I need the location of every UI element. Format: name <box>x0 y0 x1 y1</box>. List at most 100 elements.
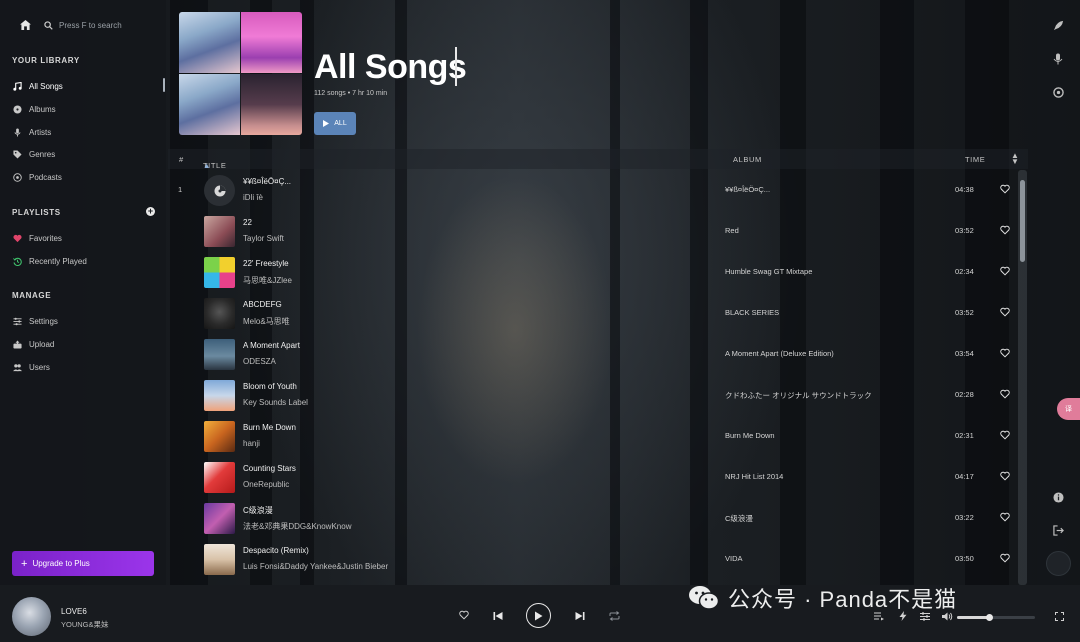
now-playing-artist[interactable]: YOUNG&果妹 <box>61 619 109 630</box>
right-rail <box>1037 0 1080 585</box>
favorite-heart-icon[interactable] <box>1000 471 1010 481</box>
sort-toggle-icon[interactable]: ▲ ▼ <box>1011 152 1020 166</box>
table-row[interactable]: 22' Freestyle 马思唯&JZlee Humble Swag GT M… <box>168 252 1018 293</box>
wechat-logo-icon <box>689 586 720 610</box>
table-row[interactable]: A Moment Apart ODESZA A Moment Apart (De… <box>168 334 1018 375</box>
song-list-scrollbar[interactable] <box>1018 170 1027 585</box>
song-artist[interactable]: Luis Fonsi&Daddy Yankee&Justin Bieber <box>243 562 388 571</box>
column-album[interactable]: ALBUM <box>733 155 762 164</box>
translate-button[interactable]: 译 <box>1057 398 1080 420</box>
column-number: # <box>179 155 184 164</box>
sidebar: YOUR LIBRARY All Songs Albums Artists Ge… <box>0 0 166 585</box>
sidebar-item-label: Genres <box>29 149 56 159</box>
karaoke-button[interactable] <box>1051 52 1065 66</box>
song-album[interactable]: BLACK SERIES <box>725 308 779 317</box>
table-header: # TITLE ▲ ALBUM TIME ▲ ▼ <box>168 149 1028 170</box>
song-album[interactable]: Humble Swag GT Mixtape <box>725 267 812 276</box>
song-artist[interactable]: Taylor Swift <box>243 234 284 243</box>
song-artist[interactable]: hanji <box>243 439 260 448</box>
column-time[interactable]: TIME <box>965 155 985 164</box>
table-row[interactable]: C级浪漫 法老&邓典果DDG&KnowKnow C级浪漫 03:22 <box>168 498 1018 539</box>
sidebar-item-albums[interactable]: Albums <box>13 101 56 117</box>
volume-knob[interactable] <box>986 614 994 621</box>
sidebar-item-podcasts[interactable]: Podcasts <box>13 169 62 185</box>
song-duration: 02:34 <box>955 267 974 276</box>
previous-button[interactable] <box>491 609 505 623</box>
sidebar-item-upload[interactable]: Upload <box>13 336 54 352</box>
favorite-heart-icon[interactable] <box>1000 430 1010 440</box>
plus-icon: + <box>21 557 28 570</box>
sidebar-item-users[interactable]: Users <box>13 359 50 375</box>
sidebar-item-all-songs[interactable]: All Songs <box>13 78 63 94</box>
sidebar-item-recently-played[interactable]: Recently Played <box>13 253 87 269</box>
translate-icon: 译 <box>1065 406 1072 413</box>
song-album[interactable]: NRJ Hit List 2014 <box>725 472 783 481</box>
now-playing-title[interactable]: LOVE6 <box>61 607 87 616</box>
search-input[interactable] <box>59 20 149 30</box>
song-album[interactable]: ¥¥ß¤ÎëÖ¤Ç... <box>725 185 770 194</box>
song-artist[interactable]: 法老&邓典果DDG&KnowKnow <box>243 521 351 532</box>
table-row[interactable]: 22 Taylor Swift Red 03:52 <box>168 211 1018 252</box>
song-duration: 02:28 <box>955 390 974 399</box>
favorite-heart-icon[interactable] <box>1000 553 1010 563</box>
table-row[interactable]: Despacito (Remix) Luis Fonsi&Daddy Yanke… <box>168 539 1018 580</box>
tag-icon <box>13 149 22 159</box>
song-artist[interactable]: ODESZA <box>243 357 276 366</box>
song-title: 22' Freestyle <box>243 259 289 268</box>
favorite-heart-icon[interactable] <box>1000 348 1010 358</box>
next-button[interactable] <box>573 609 587 623</box>
song-artist[interactable]: OneRepublic <box>243 480 289 489</box>
scrollbar-thumb[interactable] <box>1020 180 1025 262</box>
table-row[interactable]: Bloom of Youth Key Sounds Label クドわふたー オ… <box>168 375 1018 416</box>
search-bar[interactable] <box>44 14 160 36</box>
song-cover <box>204 216 235 247</box>
song-album[interactable]: C级浪漫 <box>725 513 753 524</box>
user-avatar[interactable] <box>1046 551 1071 576</box>
play-pause-button[interactable] <box>526 603 551 628</box>
song-artist[interactable]: 马思唯&JZlee <box>243 275 292 286</box>
song-album[interactable]: VIDA <box>725 554 743 563</box>
sidebar-item-genres[interactable]: Genres <box>13 146 55 162</box>
favorite-heart-icon[interactable] <box>1000 389 1010 399</box>
playlists-section-title: PLAYLISTS <box>12 208 61 217</box>
sidebar-item-artists[interactable]: Artists <box>13 124 51 140</box>
song-artist[interactable]: Melo&马思唯 <box>243 316 290 327</box>
now-playing-cover[interactable] <box>12 597 51 636</box>
plus-icon: + <box>147 206 154 216</box>
table-row[interactable]: Burn Me Down hanji Burn Me Down 02:31 <box>168 416 1018 457</box>
sidebar-item-favorites[interactable]: Favorites <box>13 230 62 246</box>
podcast-icon <box>13 172 22 182</box>
song-cover <box>204 462 235 493</box>
song-album[interactable]: クドわふたー オリジナル サウンドトラック <box>725 390 872 401</box>
upgrade-to-plus-button[interactable]: + Upgrade to Plus <box>12 551 154 576</box>
table-row[interactable]: 1 ¥¥ß¤ÎëÖ¤Ç... iDli îè ¥¥ß¤ÎëÖ¤Ç... 04:3… <box>168 170 1018 211</box>
volume-slider[interactable] <box>957 614 1035 621</box>
logout-icon <box>1052 524 1064 536</box>
song-album[interactable]: A Moment Apart (Deluxe Edition) <box>725 349 834 358</box>
table-row[interactable]: Counting Stars OneRepublic NRJ Hit List … <box>168 457 1018 498</box>
favorite-heart-icon[interactable] <box>1000 307 1010 317</box>
add-playlist-button[interactable]: + <box>146 207 155 216</box>
info-button[interactable] <box>1051 490 1065 504</box>
song-album[interactable]: Red <box>725 226 739 235</box>
favorite-heart-icon[interactable] <box>1000 184 1010 194</box>
favorite-heart-icon[interactable] <box>1000 512 1010 522</box>
cover-art <box>179 12 240 73</box>
song-artist[interactable]: iDli îè <box>243 193 263 202</box>
visualizer-button[interactable] <box>1051 85 1065 99</box>
skip-back-icon <box>493 612 503 620</box>
like-button[interactable] <box>458 609 470 621</box>
repeat-button[interactable] <box>607 609 621 623</box>
home-button[interactable] <box>14 16 36 34</box>
lyrics-feather-button[interactable] <box>1051 18 1065 32</box>
song-artist[interactable]: Key Sounds Label <box>243 398 308 407</box>
logout-button[interactable] <box>1051 523 1065 537</box>
play-all-button[interactable]: ALL <box>314 112 356 135</box>
sliders-icon <box>13 317 22 326</box>
song-album[interactable]: Burn Me Down <box>725 431 775 440</box>
fullscreen-button[interactable] <box>1053 610 1065 622</box>
favorite-heart-icon[interactable] <box>1000 225 1010 235</box>
favorite-heart-icon[interactable] <box>1000 266 1010 276</box>
table-row[interactable]: ABCDEFG Melo&马思唯 BLACK SERIES 03:52 <box>168 293 1018 334</box>
sidebar-item-settings[interactable]: Settings <box>13 313 58 329</box>
